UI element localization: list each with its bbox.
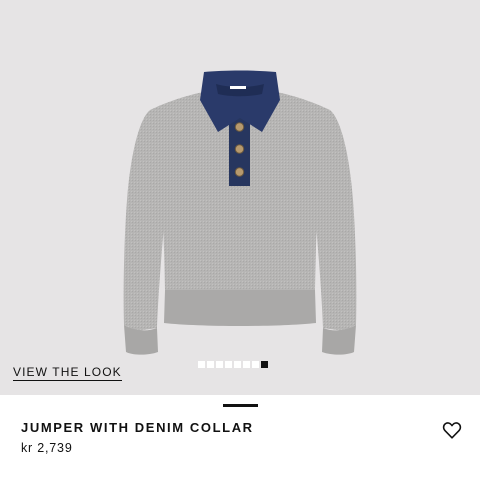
gallery-dot[interactable] xyxy=(207,361,214,368)
view-the-look-link[interactable]: VIEW THE LOOK xyxy=(13,366,122,381)
gallery-pagination xyxy=(198,361,268,368)
gallery-dot[interactable] xyxy=(216,361,223,368)
gallery-dot[interactable] xyxy=(198,361,205,368)
product-image xyxy=(123,70,357,355)
gallery-dot[interactable] xyxy=(243,361,250,368)
product-info-panel: JUMPER WITH DENIM COLLAR kr 2,739 xyxy=(0,407,480,480)
product-gallery[interactable]: VIEW THE LOOK xyxy=(0,0,480,395)
gallery-dot[interactable] xyxy=(234,361,241,368)
gallery-dot[interactable] xyxy=(252,361,259,368)
gallery-dot[interactable] xyxy=(261,361,268,368)
gallery-dot[interactable] xyxy=(225,361,232,368)
heart-outline-icon[interactable] xyxy=(441,419,463,441)
product-price: kr 2,739 xyxy=(21,441,73,455)
product-title: JUMPER WITH DENIM COLLAR xyxy=(21,420,254,435)
